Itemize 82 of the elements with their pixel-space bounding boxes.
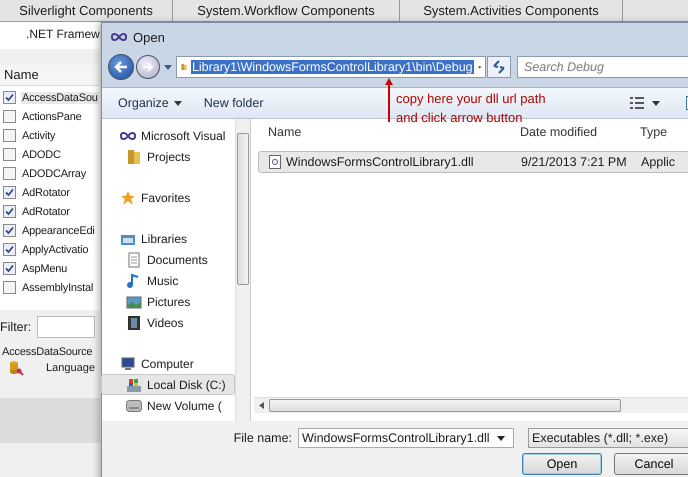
search-field[interactable]: Search Debug bbox=[517, 56, 688, 78]
toolbar-button[interactable]: New folder bbox=[204, 96, 264, 110]
list-item[interactable]: ApplyActivatio bbox=[21, 244, 90, 256]
column-header[interactable]: Name bbox=[258, 125, 520, 139]
scrollbar[interactable] bbox=[254, 397, 688, 413]
checkbox[interactable] bbox=[3, 281, 16, 294]
monitor-icon bbox=[120, 356, 136, 372]
tree-item[interactable]: AccessDataSource bbox=[2, 346, 92, 358]
document-icon bbox=[126, 252, 142, 268]
checkbox[interactable] bbox=[3, 148, 16, 161]
checkbox[interactable] bbox=[3, 205, 16, 218]
window-title: Open bbox=[133, 30, 165, 44]
checkbox[interactable] bbox=[3, 110, 16, 123]
nav-item[interactable]: Microsoft Visual bbox=[101, 125, 235, 146]
column-header[interactable]: Type bbox=[640, 125, 680, 139]
folder-icon bbox=[126, 148, 142, 164]
dialog-button[interactable]: Open bbox=[522, 453, 602, 475]
disk-icon bbox=[126, 376, 142, 392]
file-row[interactable]: WindowsFormsControlLibrary1.dll 9/21/2013 7:21 PM Applic bbox=[258, 151, 688, 173]
file-name-field[interactable]: WindowsFormsControlLibrary1.dll bbox=[298, 428, 514, 448]
list-item[interactable]: AssemblyInstal bbox=[21, 282, 94, 294]
column-header[interactable]: Date modified bbox=[520, 125, 640, 139]
caret-icon bbox=[174, 100, 182, 106]
nav-item[interactable]: Favorites bbox=[101, 187, 235, 208]
checkbox[interactable] bbox=[3, 262, 16, 275]
drive-icon bbox=[126, 398, 142, 414]
nav-item[interactable]: Libraries bbox=[101, 228, 235, 249]
list-item[interactable]: AppearanceEdi bbox=[21, 224, 96, 236]
nav-item[interactable]: Videos bbox=[101, 312, 235, 333]
list-item[interactable]: ADODCArray bbox=[21, 168, 88, 180]
filter-label: Filter: bbox=[0, 320, 32, 334]
annotation-arrow bbox=[385, 78, 393, 122]
caret-icon[interactable] bbox=[497, 436, 505, 440]
picture-icon bbox=[126, 294, 142, 310]
file-name-label: File name: bbox=[232, 431, 293, 445]
nav-item[interactable]: Music bbox=[101, 270, 235, 291]
refresh-arrows-icon bbox=[492, 60, 506, 74]
scroll-left-icon[interactable] bbox=[259, 402, 264, 409]
arrow-left-icon bbox=[114, 61, 128, 73]
dialog-button[interactable]: Cancel bbox=[614, 453, 688, 475]
filter-field[interactable] bbox=[37, 316, 96, 338]
nav-item[interactable]: New Volume ( bbox=[101, 395, 235, 416]
checkbox[interactable] bbox=[3, 91, 16, 104]
scrollbar[interactable] bbox=[235, 119, 250, 421]
nav-item[interactable]: Computer bbox=[101, 353, 235, 374]
nav-item[interactable]: Local Disk (C:) bbox=[101, 374, 235, 395]
list-item[interactable]: AccessDataSou bbox=[21, 92, 99, 104]
address-field[interactable]: Library1\WindowsFormsControlLibrary1\bin\Debug bbox=[176, 56, 486, 78]
tree-item[interactable]: Language bbox=[46, 362, 95, 374]
list-item[interactable]: ADODC bbox=[21, 148, 62, 160]
refresh-button[interactable] bbox=[487, 56, 511, 78]
list-item[interactable]: ActionsPane bbox=[21, 110, 83, 122]
film-icon bbox=[126, 314, 142, 330]
list-item[interactable]: AspMenu bbox=[21, 262, 68, 274]
arrow-right-icon bbox=[142, 62, 154, 72]
checkbox[interactable] bbox=[3, 243, 16, 256]
tab[interactable]: System.Workflow Components bbox=[173, 0, 400, 21]
toolbar-button[interactable]: Organize bbox=[118, 96, 182, 110]
file-icon bbox=[269, 155, 281, 169]
cylinder-key-icon bbox=[8, 360, 24, 376]
list-item[interactable]: AdRotator bbox=[21, 206, 71, 218]
nav-item[interactable]: Pictures bbox=[101, 291, 235, 312]
checkbox[interactable] bbox=[3, 224, 16, 237]
view-list-icon[interactable] bbox=[630, 97, 644, 109]
file-type-dropdown[interactable]: Executables (*.dll; *.exe) bbox=[528, 428, 688, 448]
star-icon bbox=[120, 190, 136, 206]
forward-button[interactable] bbox=[136, 55, 160, 79]
column-header[interactable]: Name bbox=[0, 65, 100, 86]
checkbox[interactable] bbox=[3, 129, 16, 142]
back-button[interactable] bbox=[108, 54, 134, 80]
infinity-icon bbox=[111, 32, 127, 42]
checkbox[interactable] bbox=[3, 167, 16, 180]
tab[interactable]: .NET Framew bbox=[0, 22, 100, 49]
checkbox[interactable] bbox=[3, 186, 16, 199]
annotation-text: copy here your dll url path and click arrow button bbox=[396, 90, 546, 127]
list-item[interactable]: Activity bbox=[21, 130, 56, 142]
caret-icon[interactable] bbox=[652, 100, 660, 106]
list-item[interactable]: AdRotator bbox=[21, 186, 71, 198]
tab[interactable]: System.Activities Components bbox=[400, 0, 623, 21]
nav-item[interactable]: Projects bbox=[101, 146, 235, 167]
nav-item[interactable]: Documents bbox=[101, 249, 235, 270]
tab[interactable]: Silverlight Components bbox=[0, 0, 173, 21]
